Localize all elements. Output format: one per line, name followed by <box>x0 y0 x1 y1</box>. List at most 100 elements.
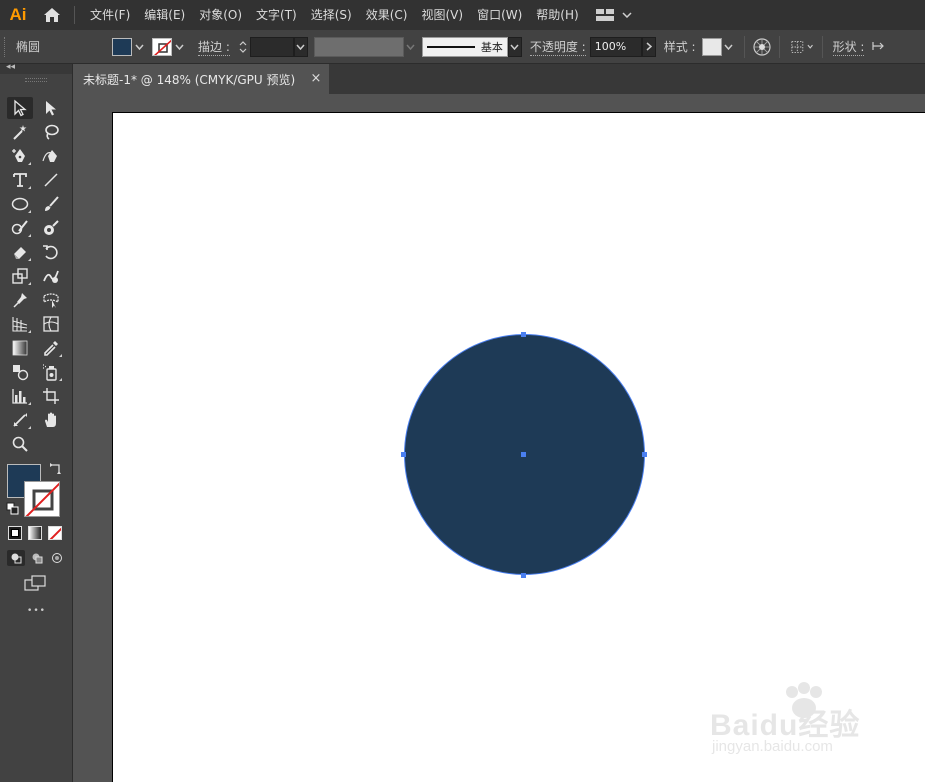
gradient-mode-button[interactable] <box>28 526 42 540</box>
type-tool[interactable] <box>7 169 33 191</box>
column-graph-tool[interactable] <box>7 385 33 407</box>
anchor-point-top[interactable] <box>521 332 526 337</box>
draw-behind-button[interactable] <box>28 550 46 566</box>
stroke-weight-input[interactable] <box>249 36 294 57</box>
divider <box>743 35 745 58</box>
pen-tool[interactable] <box>7 145 33 167</box>
chevron-down-icon[interactable] <box>293 36 308 57</box>
none-mode-button[interactable] <box>48 526 62 540</box>
puppet-warp-tool[interactable] <box>7 289 33 311</box>
chevron-down-icon[interactable] <box>172 37 186 57</box>
tool-group-indicator <box>28 426 31 429</box>
draw-inside-button[interactable] <box>48 550 66 566</box>
warp-tool[interactable] <box>38 265 64 287</box>
brush-definition[interactable]: 基本 <box>421 36 508 57</box>
lasso-tool[interactable] <box>38 121 64 143</box>
free-transform-tool[interactable] <box>38 289 64 311</box>
document-tab[interactable]: 未标题-1* @ 148% (CMYK/GPU 预览) × <box>73 64 329 94</box>
tool-group-indicator <box>28 210 31 213</box>
graphic-style-swatch[interactable] <box>701 37 722 56</box>
mesh-tool[interactable] <box>38 313 64 335</box>
color-mode-button[interactable] <box>8 526 22 540</box>
shape-width-icon[interactable] <box>872 40 885 54</box>
blend-tool[interactable] <box>7 361 33 383</box>
menu-object[interactable]: 对象(O) <box>192 0 249 30</box>
variable-width-profile[interactable] <box>313 36 404 57</box>
stroke-weight-stepper[interactable] <box>236 37 250 57</box>
recolor-artwork-icon[interactable] <box>752 37 771 56</box>
fill-swatch[interactable] <box>112 37 132 56</box>
home-icon[interactable] <box>36 0 68 30</box>
tool-group-indicator <box>28 330 31 333</box>
swap-fill-stroke-icon[interactable] <box>49 462 63 476</box>
chevron-down-icon[interactable] <box>132 37 146 57</box>
chevron-down-icon[interactable] <box>404 37 418 57</box>
color-mode-icon <box>11 529 19 537</box>
eraser-tool[interactable] <box>7 241 33 263</box>
ellipse-tool[interactable] <box>7 193 33 215</box>
slice-tool[interactable] <box>7 409 33 431</box>
watermark-url: jingyan.baidu.com <box>712 738 833 755</box>
divider <box>821 35 823 58</box>
tool-group-indicator <box>28 282 31 285</box>
tool-group-indicator <box>28 258 31 261</box>
default-fill-stroke-icon[interactable] <box>6 502 20 516</box>
eyedropper-tool[interactable] <box>38 337 64 359</box>
tool-group-indicator <box>28 402 31 405</box>
chevron-down-icon[interactable] <box>507 36 522 57</box>
artboard-tool[interactable] <box>38 385 64 407</box>
align-options-button[interactable] <box>790 38 814 56</box>
direct-selection-tool[interactable] <box>38 97 64 119</box>
tool-group-indicator <box>59 378 62 381</box>
stroke-color-box[interactable] <box>24 481 60 517</box>
zoom-tool[interactable] <box>7 433 33 455</box>
menu-select[interactable]: 选择(S) <box>304 0 359 30</box>
chevron-down-icon[interactable] <box>722 37 736 57</box>
more-tools-button[interactable]: ••• <box>0 606 73 616</box>
chevron-right-icon[interactable] <box>641 36 656 57</box>
hand-tool[interactable] <box>38 409 64 431</box>
workspace-switcher[interactable] <box>595 9 632 21</box>
shape-label[interactable]: 形状 : <box>832 38 865 56</box>
magic-wand-tool[interactable] <box>7 121 33 143</box>
line-tool[interactable] <box>38 169 64 191</box>
curvature-tool[interactable] <box>38 145 64 167</box>
draw-normal-button[interactable] <box>7 550 25 566</box>
center-point[interactable] <box>521 452 526 457</box>
menu-effect[interactable]: 效果(C) <box>359 0 415 30</box>
perspective-grid-tool[interactable] <box>7 313 33 335</box>
object-type-label: 椭圆 <box>16 40 41 54</box>
anchor-point-left[interactable] <box>401 452 406 457</box>
anchor-point-bottom[interactable] <box>521 573 526 578</box>
symbol-sprayer-tool[interactable] <box>38 361 64 383</box>
paintbrush-tool[interactable] <box>38 193 64 215</box>
panel-grip <box>4 36 12 57</box>
tool-group-indicator <box>59 354 62 357</box>
rotate-tool[interactable] <box>38 241 64 263</box>
screen-mode-button[interactable] <box>24 574 48 592</box>
menu-edit[interactable]: 编辑(E) <box>137 0 192 30</box>
toolbox-grip[interactable] <box>25 78 47 82</box>
opacity-label[interactable]: 不透明度 : <box>529 38 586 56</box>
document-tab-bar: 未标题-1* @ 148% (CMYK/GPU 预览) × <box>73 64 925 94</box>
scale-tool[interactable] <box>7 265 33 287</box>
anchor-point-right[interactable] <box>642 452 647 457</box>
stroke-swatch[interactable] <box>152 37 172 56</box>
close-icon[interactable]: × <box>309 72 323 86</box>
menu-help[interactable]: 帮助(H) <box>529 0 585 30</box>
selection-tool[interactable] <box>7 97 33 119</box>
gradient-tool[interactable] <box>7 337 33 359</box>
chevron-down-icon <box>622 12 632 18</box>
menu-type[interactable]: 文字(T) <box>249 0 304 30</box>
toolbox: ◂◂ ••• <box>0 62 73 782</box>
stroke-label[interactable]: 描边 : <box>198 38 230 56</box>
workspace-layout-icon <box>595 9 614 21</box>
menu-file[interactable]: 文件(F) <box>83 0 137 30</box>
tool-group-indicator <box>28 186 31 189</box>
collapse-arrows-icon[interactable]: ◂◂ <box>6 62 15 72</box>
menu-view[interactable]: 视图(V) <box>414 0 470 30</box>
opacity-input[interactable]: 100% <box>589 36 642 57</box>
shaper-tool[interactable] <box>7 217 33 239</box>
blob-brush-tool[interactable] <box>38 217 64 239</box>
menu-window[interactable]: 窗口(W) <box>470 0 529 30</box>
